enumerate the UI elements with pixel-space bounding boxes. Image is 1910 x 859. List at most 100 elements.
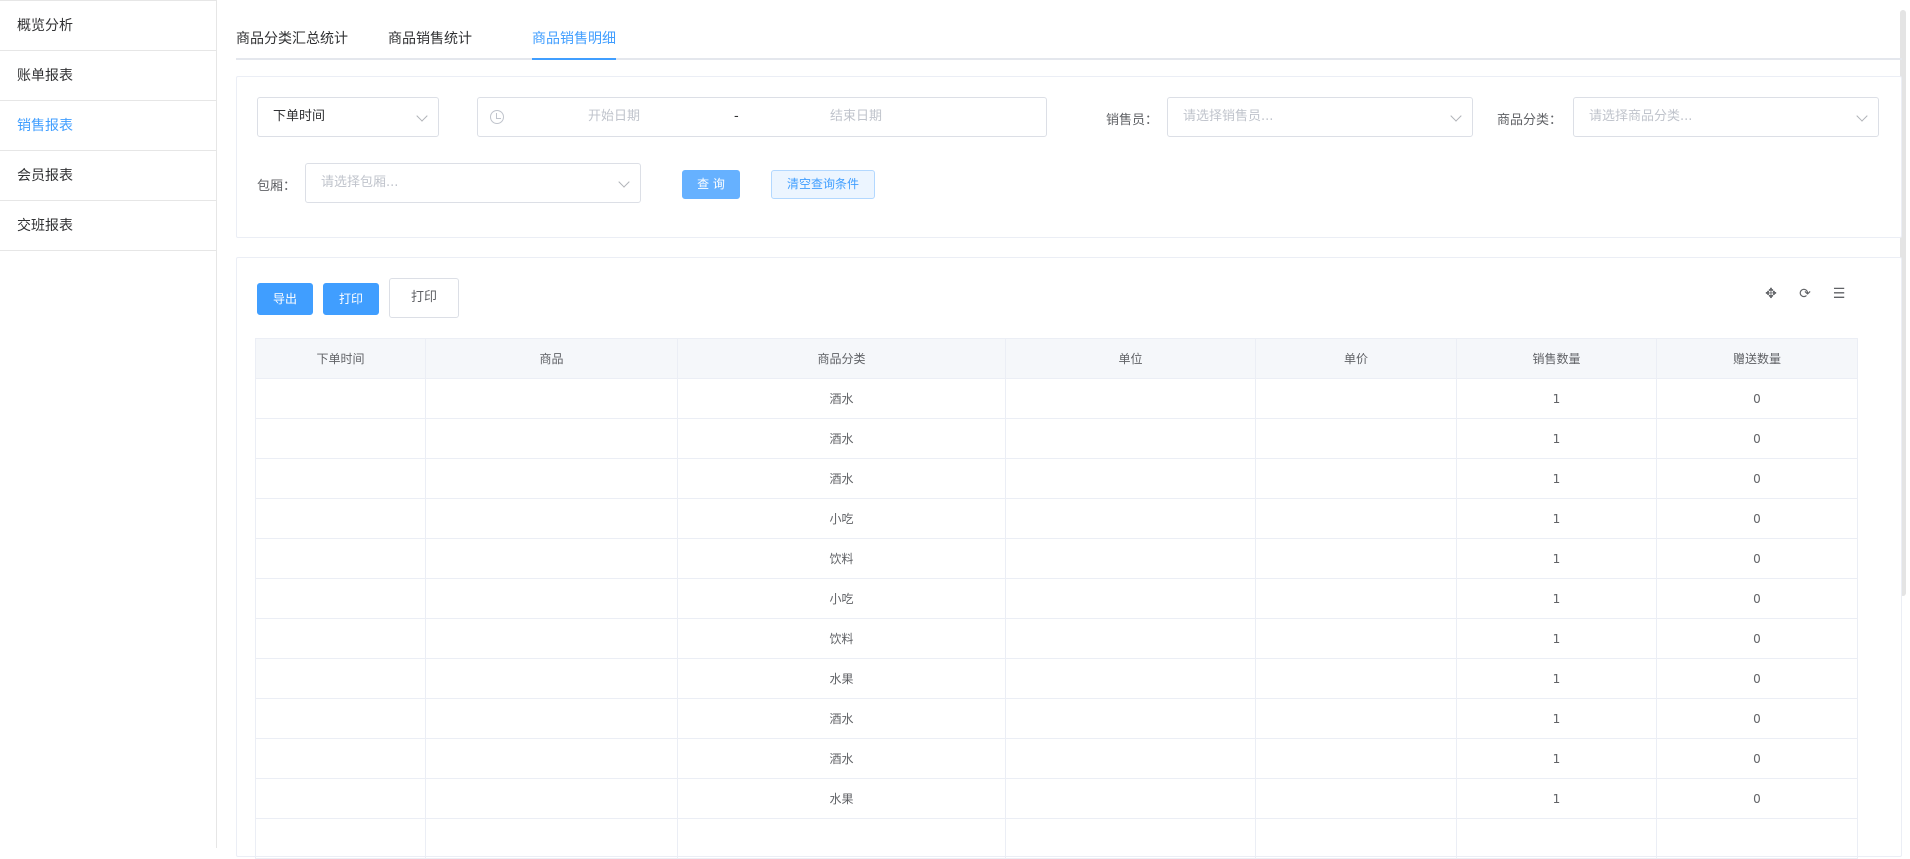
sidebar-item-sales-report[interactable]: 销售报表 <box>0 101 216 151</box>
table-cell <box>425 778 678 819</box>
table-row[interactable]: 水果 1 0 <box>255 658 1858 699</box>
table-cell: 0 <box>1656 418 1858 459</box>
table-cell: 饮料 <box>677 538 1006 579</box>
settings-icon[interactable]: ☰ <box>1831 286 1847 302</box>
table-row[interactable]: 小吃 1 0 <box>255 498 1858 539</box>
column-header-product[interactable]: 商品 <box>425 338 678 379</box>
date-range-picker[interactable]: 开始日期 - 结束日期 <box>477 97 1047 137</box>
table-cell <box>255 818 426 859</box>
salesperson-label: 销售员： <box>1106 113 1159 128</box>
table-cell <box>425 738 678 779</box>
table-cell <box>1255 578 1457 619</box>
table-cell <box>255 578 426 619</box>
filter-panel: 下单时间 开始日期 - 结束日期 销售员： 请选择销售员... 商品分类： 请选… <box>236 76 1902 238</box>
table-cell: 0 <box>1656 698 1858 739</box>
table-row[interactable]: 饮料 1 0 <box>255 538 1858 579</box>
export-button[interactable]: 导出 <box>257 283 313 315</box>
table-cell <box>1005 818 1256 859</box>
table-cell <box>677 818 1006 859</box>
table-cell <box>425 618 678 659</box>
column-header-sales-qty[interactable]: 销售数量 <box>1456 338 1657 379</box>
main-content: 商品分类汇总统计 商品销售统计 商品销售明细 下单时间 开始日期 - 结束日期 … <box>218 0 1910 859</box>
table-cell: 0 <box>1656 618 1858 659</box>
table-cell: 小吃 <box>677 498 1006 539</box>
table-cell <box>1005 578 1256 619</box>
table-row[interactable]: 酒水 1 0 <box>255 378 1858 419</box>
table-body: 酒水 1 0 酒水 1 0 酒水 1 0 小吃 1 0 饮料 1 0 小吃 1 0 饮料 1 0 水果 1 0 酒水 1 0 酒水 1 0… <box>255 378 1858 859</box>
refresh-icon[interactable]: ⟳ <box>1797 286 1813 302</box>
print-button[interactable]: 打印 <box>323 283 379 315</box>
table-cell: 酒水 <box>677 698 1006 739</box>
table-cell <box>1005 658 1256 699</box>
table-cell <box>1255 498 1457 539</box>
table-cell <box>1005 498 1256 539</box>
tab-product-sales-detail[interactable]: 商品销售明细 <box>532 28 616 60</box>
table-cell: 饮料 <box>677 618 1006 659</box>
salesperson-select[interactable]: 请选择销售员... <box>1167 97 1473 137</box>
table-cell <box>1656 818 1858 859</box>
category-placeholder: 请选择商品分类... <box>1589 109 1693 124</box>
move-icon[interactable]: ✥ <box>1763 286 1779 302</box>
table-cell <box>1005 538 1256 579</box>
table-row[interactable]: 饮料 1 0 <box>255 618 1858 659</box>
table-cell <box>255 458 426 499</box>
table-cell: 1 <box>1456 578 1657 619</box>
sidebar-item-overview[interactable]: 概览分析 <box>0 1 216 51</box>
tab-product-sales-stats[interactable]: 商品销售统计 <box>388 28 472 58</box>
table-cell <box>1255 418 1457 459</box>
chevron-down-icon <box>1450 110 1462 122</box>
column-header-gift-qty[interactable]: 赠送数量 <box>1656 338 1858 379</box>
table-row[interactable]: 小吃 1 0 <box>255 578 1858 619</box>
table-cell: 1 <box>1456 378 1657 419</box>
table-row[interactable]: 酒水 1 0 <box>255 458 1858 499</box>
table-row[interactable]: 酒水 1 0 <box>255 418 1858 459</box>
clear-query-button[interactable]: 清空查询条件 <box>771 170 875 199</box>
sales-detail-table: 下单时间 商品 商品分类 单位 单价 销售数量 赠送数量 酒水 1 0 酒水 1 0 酒水 1… <box>255 338 1858 859</box>
column-header-price[interactable]: 单价 <box>1255 338 1457 379</box>
sidebar-item-shift-report[interactable]: 交班报表 <box>0 201 216 251</box>
sidebar-item-member-report[interactable]: 会员报表 <box>0 151 216 201</box>
category-select[interactable]: 请选择商品分类... <box>1573 97 1879 137</box>
table-cell <box>425 818 678 859</box>
room-select[interactable]: 请选择包厢... <box>305 163 641 203</box>
table-row[interactable]: 酒水 1 0 <box>255 698 1858 739</box>
table-cell <box>255 738 426 779</box>
table-cell: 1 <box>1456 458 1657 499</box>
table-cell <box>1255 698 1457 739</box>
column-header-order-time[interactable]: 下单时间 <box>255 338 426 379</box>
query-button[interactable]: 查 询 <box>682 170 740 199</box>
table-cell <box>255 618 426 659</box>
table-cell: 1 <box>1456 658 1657 699</box>
table-cell <box>1255 378 1457 419</box>
print-button-secondary[interactable]: 打印 <box>389 278 459 318</box>
room-placeholder: 请选择包厢... <box>321 175 399 190</box>
table-cell: 水果 <box>677 658 1006 699</box>
table-row[interactable]: 酒水 1 0 <box>255 738 1858 779</box>
table-cell <box>255 418 426 459</box>
sidebar-item-bill-report[interactable]: 账单报表 <box>0 51 216 101</box>
table-row[interactable] <box>255 818 1858 859</box>
table-cell: 1 <box>1456 738 1657 779</box>
table-cell <box>1005 458 1256 499</box>
table-cell <box>1255 458 1457 499</box>
table-cell <box>1005 698 1256 739</box>
time-type-select[interactable]: 下单时间 <box>257 97 439 137</box>
table-cell: 0 <box>1656 658 1858 699</box>
table-cell <box>425 378 678 419</box>
table-cell <box>1255 778 1457 819</box>
column-header-unit[interactable]: 单位 <box>1005 338 1256 379</box>
table-cell: 0 <box>1656 538 1858 579</box>
end-date-placeholder[interactable]: 结束日期 <box>830 98 882 136</box>
column-header-category[interactable]: 商品分类 <box>677 338 1006 379</box>
table-cell <box>425 498 678 539</box>
table-cell: 0 <box>1656 498 1858 539</box>
table-cell <box>1005 738 1256 779</box>
start-date-placeholder[interactable]: 开始日期 <box>588 98 640 136</box>
table-cell <box>255 378 426 419</box>
table-cell: 酒水 <box>677 738 1006 779</box>
table-cell <box>1456 818 1657 859</box>
table-row[interactable]: 水果 1 0 <box>255 778 1858 819</box>
table-cell: 0 <box>1656 738 1858 779</box>
table-cell: 0 <box>1656 458 1858 499</box>
tab-category-summary[interactable]: 商品分类汇总统计 <box>236 28 348 58</box>
